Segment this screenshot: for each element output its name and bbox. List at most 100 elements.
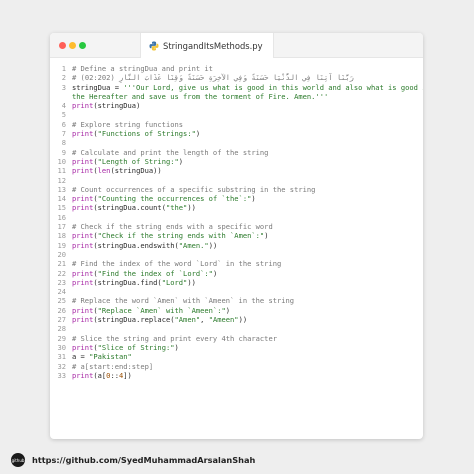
code-token: # Calculate and print the length of the … xyxy=(72,147,269,157)
code-line[interactable]: 26 print("Replace `Amen` with `Ameen`:") xyxy=(50,306,423,315)
code-token: # Find the index of the word `Lord` in t… xyxy=(72,259,282,269)
code-line[interactable]: 23 print(stringDua.find("Lord")) xyxy=(50,278,423,287)
maximize-window-button[interactable] xyxy=(79,42,86,49)
code-line[interactable]: the Hereafter and save us from the torme… xyxy=(50,92,423,101)
code-line[interactable]: 11 print(len(stringDua)) xyxy=(50,166,423,175)
code-line[interactable]: 21 # Find the index of the word `Lord` in… xyxy=(50,259,423,268)
python-file-icon xyxy=(149,41,159,50)
code-token: print xyxy=(72,231,94,241)
code-line[interactable]: 19 print(stringDua.endswith("Amen.")) xyxy=(50,241,423,250)
code-token: print xyxy=(72,129,94,139)
code-text: print(stringDua.replace("Amen", "Ameen")… xyxy=(72,315,423,324)
code-line[interactable]: 30 print("Slice of String:") xyxy=(50,343,423,352)
line-number: 1 xyxy=(61,64,66,73)
code-line[interactable]: 20 xyxy=(50,250,423,259)
code-token: (stringDua.count( xyxy=(93,203,166,213)
line-number: 22 xyxy=(57,268,66,278)
code-text: print(stringDua.count("the")) xyxy=(72,203,423,212)
line-number xyxy=(50,92,72,101)
code-token: ) xyxy=(251,194,256,204)
code-token: print xyxy=(72,342,94,352)
code-token: "Amen." xyxy=(178,240,209,250)
code-line[interactable]: 3 stringDua = '''Our Lord, give us what i… xyxy=(50,83,423,92)
line-number: 9 xyxy=(61,147,66,157)
line-number: 27 xyxy=(57,315,66,325)
code-token: "Lord" xyxy=(161,277,188,287)
code-text: # Slice the string and print every 4th c… xyxy=(72,334,423,343)
code-text: print("Check if the string ends with `Am… xyxy=(72,231,423,240)
code-text: a = "Pakistan" xyxy=(72,352,423,361)
minimize-window-button[interactable] xyxy=(69,42,76,49)
github-logo-icon: github xyxy=(11,453,25,467)
code-text: # Check if the string ends with a specif… xyxy=(72,222,423,231)
line-number: 14 xyxy=(57,194,66,204)
code-token: print xyxy=(72,101,94,111)
code-line[interactable]: 9 # Calculate and print the length of the… xyxy=(50,148,423,157)
editor-window: StringandItsMethods.py 1 # Define a strin… xyxy=(50,33,423,439)
github-profile-link[interactable]: https://github.com/SyedMuhammadArsalanSh… xyxy=(32,455,255,465)
code-token: print xyxy=(72,277,94,287)
line-number: 11 xyxy=(57,166,66,176)
line-number: 8 xyxy=(61,138,66,148)
code-line[interactable]: 31 a = "Pakistan" xyxy=(50,352,423,361)
code-token: )) xyxy=(208,240,218,250)
code-token: ) xyxy=(212,268,218,278)
footer: github https://github.com/SyedMuhammadAr… xyxy=(11,453,255,467)
line-number: 3 xyxy=(61,82,66,92)
code-line[interactable]: 7 print("Functions of Strings:") xyxy=(50,129,423,138)
code-line[interactable]: 6 # Explore string functions xyxy=(50,120,423,129)
code-line[interactable]: 2 # رَبَّنَا آتِنَا فِي الدُّنْيَا حَسَنَ… xyxy=(50,73,423,82)
code-token: "Counting the occurrences of `the`:" xyxy=(97,194,252,204)
code-token: (stringDua)) xyxy=(110,166,162,176)
code-line[interactable]: 5 xyxy=(50,110,423,119)
line-number: 2 xyxy=(61,73,66,83)
code-line[interactable]: 15 print(stringDua.count("the")) xyxy=(50,203,423,212)
code-line[interactable]: 16 xyxy=(50,213,423,222)
code-line[interactable]: 24 xyxy=(50,287,423,296)
code-line[interactable]: 4 print(stringDua) xyxy=(50,101,423,110)
code-line[interactable]: 17 # Check if the string ends with a spec… xyxy=(50,222,423,231)
code-token: "Slice of String:" xyxy=(97,342,175,352)
code-line[interactable]: 33 print(a[0::4]) xyxy=(50,371,423,380)
code-line[interactable]: 10 print("Length of String:") xyxy=(50,157,423,166)
code-token: ) xyxy=(264,231,269,241)
code-line[interactable]: 22 print("Find the index of `Lord`:") xyxy=(50,269,423,278)
code-text: # رَبَّنَا آتِنَا فِي الدُّنْيَا حَسَنَة… xyxy=(72,73,423,82)
code-line[interactable]: 18 print("Check if the string ends with `… xyxy=(50,231,423,240)
line-number: 20 xyxy=(57,249,66,259)
line-number: 24 xyxy=(57,287,66,297)
code-token: ) xyxy=(195,129,201,139)
code-line[interactable]: 28 xyxy=(50,324,423,333)
code-token: "Amen" xyxy=(174,315,201,325)
code-token: len xyxy=(97,166,111,176)
code-line[interactable]: 1 # Define a stringDua and print it xyxy=(50,64,423,73)
code-line[interactable]: 14 print("Counting the occurrences of `th… xyxy=(50,194,423,203)
code-line[interactable]: 29 # Slice the string and print every 4th… xyxy=(50,334,423,343)
code-token: print xyxy=(72,166,94,176)
code-token: a = xyxy=(72,352,90,362)
code-token: stringDua = xyxy=(72,82,124,92)
file-tab[interactable]: StringandItsMethods.py xyxy=(140,33,274,58)
close-window-button[interactable] xyxy=(59,42,66,49)
code-line[interactable]: 12 xyxy=(50,176,423,185)
code-editor[interactable]: 1 # Define a stringDua and print it 2 # رَب… xyxy=(50,64,423,439)
line-number: 10 xyxy=(57,156,66,166)
code-line[interactable]: 32 # a[start:end:step] xyxy=(50,362,423,371)
code-line[interactable]: 25 # Replace the word `Amen` with `Ameen`… xyxy=(50,296,423,305)
code-token: ) xyxy=(178,156,184,166)
code-token: the Hereafter and save us from the torme… xyxy=(72,91,329,101)
code-text: print(stringDua) xyxy=(72,101,423,110)
code-line[interactable]: 13 # Count occurrences of a specific subs… xyxy=(50,185,423,194)
code-token: "Functions of Strings:" xyxy=(97,129,196,139)
line-number: 26 xyxy=(57,305,66,315)
code-line[interactable]: 8 xyxy=(50,138,423,147)
code-token: "the" xyxy=(165,203,188,213)
code-text: # a[start:end:step] xyxy=(72,362,423,371)
code-line[interactable]: 27 print(stringDua.replace("Amen", "Ameen… xyxy=(50,315,423,324)
code-text: # Define a stringDua and print it xyxy=(72,64,423,73)
code-token: print xyxy=(72,370,94,380)
